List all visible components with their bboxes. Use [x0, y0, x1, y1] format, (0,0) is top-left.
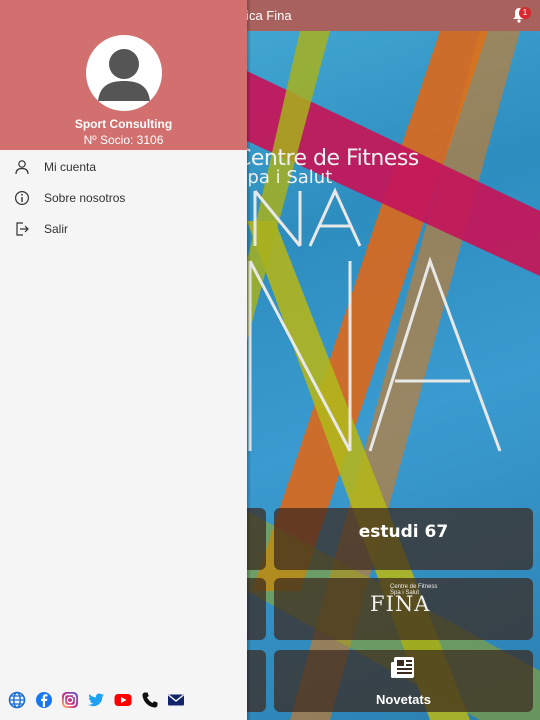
drawer-header: Sport Consulting Nº Socio: 3106: [0, 0, 247, 150]
fina-logo: FINA: [370, 592, 431, 616]
twitter-icon[interactable]: [86, 690, 106, 710]
info-icon: [14, 190, 30, 206]
menu-item-salir[interactable]: Salir: [0, 214, 247, 244]
drawer-shadow: [247, 0, 251, 720]
menu-item-label: Sobre nosotros: [44, 191, 126, 205]
user-icon: [15, 160, 29, 175]
phone-icon[interactable]: [140, 690, 160, 710]
instagram-icon[interactable]: [60, 690, 80, 710]
tile-fina[interactable]: Centre de Fitness Spa i Salut FINA: [274, 578, 533, 640]
notification-badge: 1: [519, 7, 531, 19]
mail-icon[interactable]: [166, 690, 186, 710]
estudi-logo-text: estudi 67: [358, 522, 449, 542]
tile-novetats[interactable]: Novetats: [274, 650, 533, 712]
logout-icon: [16, 222, 29, 236]
youtube-icon[interactable]: [113, 690, 133, 710]
user-name: Sport Consulting: [74, 117, 173, 131]
tile-estudi67[interactable]: estudi 67: [274, 508, 533, 570]
menu-item-sobre-nosotros[interactable]: Sobre nosotros: [0, 183, 247, 213]
menu-item-label: Mi cuenta: [44, 160, 97, 174]
menu-item-mi-cuenta[interactable]: Mi cuenta: [0, 152, 247, 182]
user-avatar-icon: [98, 49, 150, 101]
avatar[interactable]: [86, 35, 162, 111]
menu-item-label: Salir: [44, 222, 69, 236]
navigation-drawer: Sport Consulting Nº Socio: 3106 Mi cuent…: [0, 0, 247, 720]
facebook-icon[interactable]: [34, 690, 54, 710]
globe-icon[interactable]: [7, 690, 27, 710]
newspaper-icon: [391, 657, 414, 678]
tile-novetats-label: Novetats: [376, 692, 431, 707]
member-id: Nº Socio: 3106: [83, 133, 164, 147]
